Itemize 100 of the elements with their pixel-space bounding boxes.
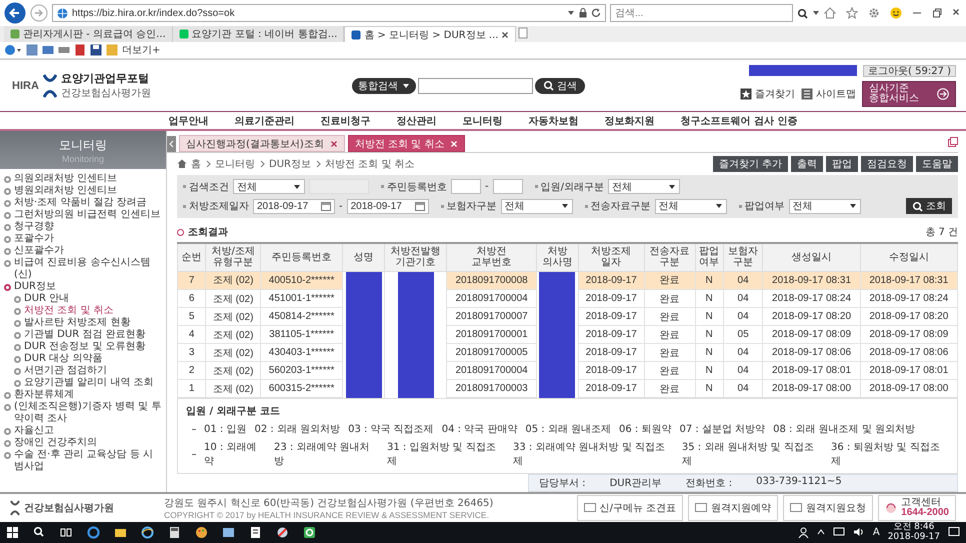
browser-tab[interactable]: 요양기관 포털 : 네이버 통합검... [172, 26, 344, 42]
home-page-icon[interactable] [4, 44, 22, 56]
table-row[interactable]: 4 조제 (02) 381105-1****** 2018091700001 2018-09-17 완료 N 05 2018-09-17 08:09 2018-09-17 08:09 [178, 326, 958, 344]
table-row[interactable]: 3 조제 (02) 430403-1****** 2018091700005 2018-09-17 완료 N 04 2018-09-17 08:06 2018-09-17 08:06 [178, 344, 958, 362]
people-icon[interactable] [798, 526, 809, 538]
dropdown[interactable]: 전체 [654, 198, 727, 214]
action-button[interactable]: 점검요청 [861, 156, 913, 172]
sidebar-item[interactable]: 그런처방의원 비급전력 인센티브 [4, 209, 162, 221]
call-center-button[interactable]: 고객센터 1644-2000 [878, 494, 956, 521]
action-button[interactable]: 출력 [791, 156, 823, 172]
date-field[interactable]: 2018-09-17 [253, 198, 335, 214]
breadcrumb-item[interactable]: DUR정보 [269, 157, 311, 171]
nav-menu-item[interactable]: 자동차보험 [528, 114, 579, 128]
sidebar-subitem[interactable]: 처방전 조회 및 취소 [4, 305, 162, 317]
action-button[interactable]: 즐겨찾기 추가 [712, 156, 788, 172]
header-link[interactable]: 즐겨찾기 [740, 86, 795, 100]
smiley-icon[interactable] [890, 7, 902, 19]
content-tab[interactable]: 처방전 조회 및 취소 [348, 135, 466, 152]
table-row[interactable]: 2 조제 (02) 560203-1****** 2018091700004 2018-09-17 완료 N 04 2018-09-17 08:01 2018-09-17 08:01 [178, 362, 958, 380]
scope-dropdown[interactable]: 통합검색 [352, 78, 416, 94]
input-field[interactable] [492, 179, 523, 194]
dropdown[interactable]: 전체 [608, 179, 680, 194]
settings-icon[interactable] [868, 7, 880, 19]
sidebar-subitem[interactable]: 요양기관별 알리미 내역 조회 [4, 377, 162, 389]
sidebar-item[interactable]: 포괄수가 [4, 233, 162, 245]
sidebar-subitem[interactable]: 서면기관 점검하기 [4, 365, 162, 377]
sidebar-item[interactable]: 비급여 진료비용 송수신시스템(신) [4, 257, 162, 281]
restore-icon[interactable] [932, 8, 942, 18]
note-icon[interactable] [249, 526, 262, 539]
sidebar-subitem[interactable]: DUR 안내 [4, 293, 162, 305]
breadcrumb-item[interactable]: 모니터링 [215, 157, 255, 171]
sidebar-subitem[interactable]: 기관별 DUR 점검 완료현황 [4, 329, 162, 341]
sidebar-subitem[interactable]: DUR 전송정보 및 오류현황 [4, 341, 162, 353]
search-button[interactable]: 조회 [906, 198, 952, 214]
nav-menu-item[interactable]: 모니터링 [462, 114, 503, 128]
table-row[interactable]: 7 조제 (02) 400510-2****** 2018091700008 2018-09-17 완료 N 04 2018-09-17 08:31 2018-09-17 08:31 [178, 271, 958, 290]
back-button[interactable] [4, 2, 26, 24]
browser-icon[interactable] [87, 526, 100, 539]
sidebar-item[interactable]: DUR정보 [4, 281, 162, 293]
nav-menu-item[interactable]: 의료기준관리 [234, 114, 295, 128]
new-tab-icon[interactable] [516, 26, 530, 40]
save-icon[interactable] [90, 44, 102, 56]
sidebar-item[interactable]: 신포괄수가 [4, 245, 162, 257]
network-icon[interactable] [832, 527, 845, 538]
sidebar-subitem[interactable]: DUR 대상 의약품 [4, 353, 162, 365]
dropdown[interactable]: 전체 [788, 198, 861, 214]
star-icon[interactable] [846, 7, 858, 19]
collapse-button[interactable] [167, 136, 176, 152]
windows-icon[interactable] [6, 526, 19, 539]
address-bar[interactable]: https://biz.hira.or.kr/index.do?sso=ok [52, 4, 606, 22]
dropdown[interactable]: 전체 [233, 179, 305, 194]
search-button[interactable]: 검색 [535, 78, 585, 94]
logout-button[interactable]: 로그아웃( 59:27 ) [863, 64, 956, 76]
app-icon[interactable] [303, 526, 316, 539]
caret-icon[interactable] [816, 528, 825, 536]
footer-button[interactable]: 원격지원요청 [783, 494, 874, 521]
action-button[interactable]: 팝업 [826, 156, 858, 172]
ime-indicator[interactable]: A [872, 526, 880, 538]
sidebar-item[interactable]: 자율신고 [4, 425, 162, 437]
refresh-icon[interactable] [591, 8, 601, 18]
date-field[interactable]: 2018-09-17 [346, 198, 429, 214]
header-link[interactable]: 사이트맵 [801, 86, 856, 100]
nav-menu-item[interactable]: 정보화지원 [604, 114, 655, 128]
dropdown[interactable]: 전체 [500, 198, 573, 214]
nav-menu-item[interactable]: 진료비청구 [320, 114, 371, 128]
table-row[interactable]: 1 조제 (02) 600315-2****** 2018091700003 2018-09-17 완료 N 04 2018-09-17 08:00 2018-09-17 08:00 [178, 380, 958, 398]
sidebar-item[interactable]: 수술 전·후 관리 교육상담 등 시범사업 [4, 449, 162, 473]
service-button[interactable]: 심사기준 종합서비스 [862, 80, 956, 106]
calculator-icon[interactable] [168, 526, 181, 539]
sidebar-item[interactable]: 장애인 건강주치의 [4, 437, 162, 449]
clock[interactable]: 오전 8:46 2018-09-17 [888, 522, 940, 542]
browser-tab[interactable]: 관리자게시판 - 의료급여 승인... [4, 26, 173, 42]
volume-icon[interactable] [852, 527, 865, 538]
browser-icon[interactable] [141, 526, 154, 539]
search-icon[interactable] [33, 526, 46, 539]
sidebar-item[interactable]: 처방·조제 약품비 절감 장려금 [4, 197, 162, 209]
table-row[interactable]: 5 조제 (02) 450814-2****** 2018091700007 2018-09-17 완료 N 04 2018-09-17 08:20 2018-09-17 08:20 [178, 308, 958, 326]
nav-menu-item[interactable]: 업무안내 [168, 114, 209, 128]
home-icon[interactable] [824, 7, 836, 19]
sidebar-item[interactable]: (인체조직은행)기증자 병력 및 투약이력 조사 [4, 401, 162, 425]
breadcrumb-item[interactable]: 홈 [191, 157, 201, 171]
sidebar-item[interactable]: 의원외래처방 인센티브 [4, 173, 162, 185]
close-icon[interactable] [501, 30, 510, 38]
input-field[interactable] [451, 179, 481, 194]
nav-menu-item[interactable]: 청구소프트웨어 검사 인증 [680, 114, 798, 128]
palette-icon[interactable] [195, 526, 208, 539]
search-field[interactable]: 검색... [610, 4, 793, 22]
search-field[interactable] [418, 78, 533, 94]
footer-button[interactable]: 원격지원예약 [688, 494, 778, 521]
notification-icon[interactable] [948, 526, 960, 538]
task-view-icon[interactable] [60, 526, 73, 539]
sidebar-item[interactable]: 청구경향 [4, 221, 162, 233]
nav-menu-item[interactable]: 정산관리 [396, 114, 437, 128]
sidebar-item[interactable]: 병원외래처방 인센티브 [4, 185, 162, 197]
action-button[interactable]: 도움말 [916, 156, 958, 172]
browser-tab[interactable]: 홈 > 모니터링 > DUR정보 ... [344, 26, 516, 42]
close-icon[interactable] [330, 140, 338, 148]
more-button[interactable]: 더보기+ [122, 43, 160, 57]
sidebar-subitem[interactable]: 발사르탄 처방조제 현황 [4, 317, 162, 329]
footer-button[interactable]: 신/구메뉴 조견표 [576, 494, 684, 521]
